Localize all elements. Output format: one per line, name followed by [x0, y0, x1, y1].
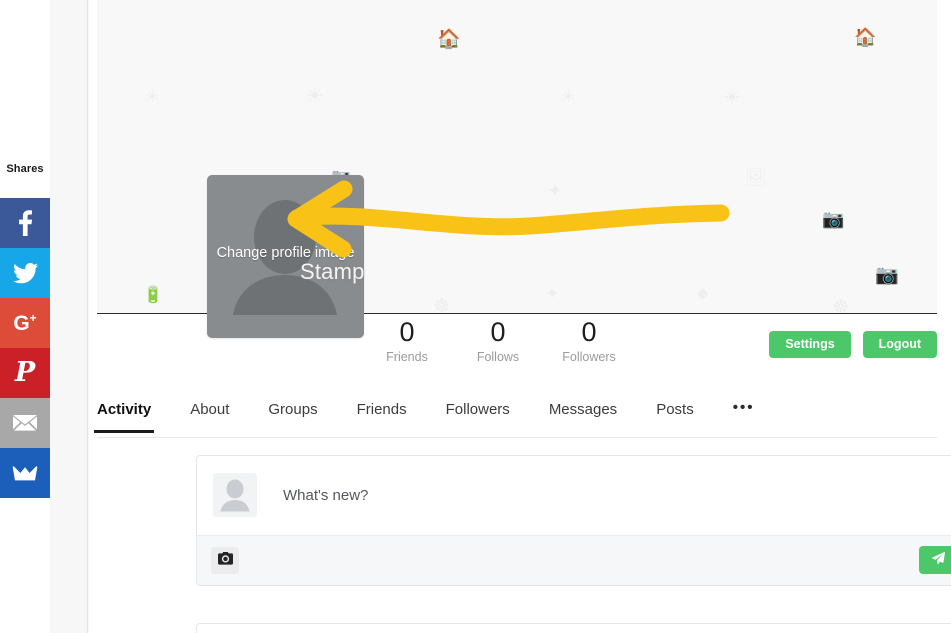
profile-avatar[interactable]: Change profile image: [207, 175, 364, 338]
next-feed-card: [196, 623, 951, 633]
paper-plane-icon: [931, 552, 945, 568]
pinterest-icon: P: [14, 356, 36, 388]
stat-label: Follows: [476, 350, 520, 364]
watermark-sun-icon: ☀: [145, 87, 161, 106]
tab-activity[interactable]: Activity: [93, 396, 155, 433]
watermark-sun-icon: ☀: [305, 85, 324, 108]
attach-photo-button[interactable]: [211, 546, 239, 574]
page-gutter: [50, 0, 88, 633]
stat-label: Followers: [562, 350, 616, 364]
watermark-camera-icon: 📷: [822, 209, 845, 229]
stat-value: 0: [581, 317, 597, 347]
stat-friends: 0 Friends: [376, 318, 438, 364]
stat-followers: 0 Followers: [558, 318, 620, 364]
social-share-rail: Shares G+ P: [0, 0, 50, 633]
tab-more-overflow[interactable]: •••: [733, 396, 755, 430]
profile-content: 🏠 ☀ ☀ ☀ ☀ 🏠 📷 ✦ 🖼 📷 📷 ✦ ◆ ☸ ☸ 🔋 Change p…: [89, 0, 951, 633]
watermark-camera-icon: 📷: [875, 265, 899, 286]
share-pinterest-button[interactable]: P: [0, 348, 50, 398]
share-facebook-button[interactable]: [0, 198, 50, 248]
watermark-diamond-icon: ◆: [697, 285, 709, 302]
crown-icon: [12, 465, 38, 481]
google-plus-icon: G+: [13, 311, 37, 335]
email-icon: [13, 414, 37, 432]
tab-friends[interactable]: Friends: [357, 396, 407, 432]
stat-value: 0: [399, 317, 415, 347]
share-twitter-button[interactable]: [0, 248, 50, 298]
watermark-sun-icon: ☀: [723, 87, 741, 109]
watermark-battery-icon: 🔋: [143, 287, 163, 304]
tab-posts[interactable]: Posts: [656, 396, 694, 432]
stat-value: 0: [490, 317, 506, 347]
share-email-button[interactable]: [0, 398, 50, 448]
tab-messages[interactable]: Messages: [549, 396, 617, 432]
watermark-home-icon: 🏠: [854, 27, 877, 47]
stat-label: Friends: [386, 350, 428, 364]
share-google-plus-button[interactable]: G+: [0, 298, 50, 348]
shares-label: Shares: [6, 163, 44, 175]
profile-page: Shares G+ P 🏠 ☀ ☀ ☀ ☀ 🏠 ✦ 🖼 📷 📷 ✦ ◆ ☸ ☸ …: [0, 0, 951, 633]
watermark-image-icon: 🖼: [745, 168, 767, 187]
watermark-home-icon: 🏠: [437, 29, 461, 50]
watermark-sun-icon: ☀: [561, 87, 577, 106]
tab-about[interactable]: About: [190, 396, 229, 432]
camera-icon: [217, 552, 233, 568]
composer-avatar: [213, 473, 257, 517]
tab-groups[interactable]: Groups: [268, 396, 317, 432]
watermark-sparkle-icon: ✦: [545, 284, 560, 303]
profile-action-buttons: Settings Logout: [769, 331, 937, 358]
composer-input-row: [197, 456, 951, 535]
watermark-sparkle-icon: ✦: [547, 181, 563, 202]
profile-stats: 0 Friends 0 Follows 0 Followers: [376, 318, 620, 364]
composer-toolbar: Post: [197, 535, 951, 585]
profile-tab-nav: Activity About Groups Friends Followers …: [93, 396, 937, 438]
post-button[interactable]: Post: [918, 546, 951, 574]
share-more-button[interactable]: [0, 448, 50, 498]
avatar-placeholder-icon: [220, 479, 250, 512]
watermark-compass-icon: ☸: [832, 297, 850, 313]
tab-followers[interactable]: Followers: [446, 396, 510, 432]
stat-follows: 0 Follows: [467, 318, 529, 364]
change-profile-image-label: Change profile image: [216, 245, 355, 261]
twitter-icon: [12, 262, 38, 284]
post-composer-card: Post: [196, 455, 951, 586]
facebook-icon: [18, 210, 32, 236]
watermark-compass-icon: ☸: [433, 296, 451, 313]
settings-button[interactable]: Settings: [769, 331, 851, 358]
composer-text-input[interactable]: [281, 485, 951, 505]
logout-button[interactable]: Logout: [862, 331, 937, 358]
